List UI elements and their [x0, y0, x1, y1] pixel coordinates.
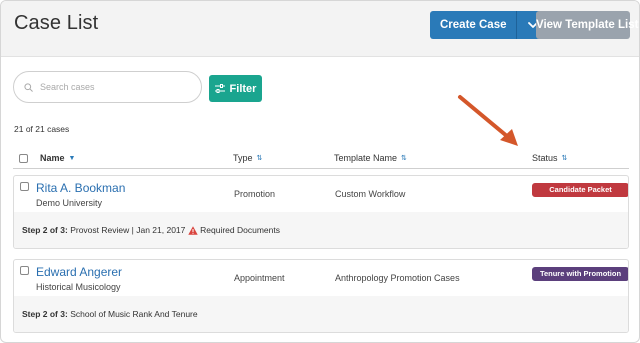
sort-icon[interactable]: ⇅: [257, 154, 263, 162]
case-step-info: Step 2 of 3: School of Music Rank And Te…: [14, 296, 628, 332]
required-documents-warning[interactable]: Required Documents: [200, 225, 280, 235]
step-label: Step 2 of 3:: [22, 309, 68, 319]
case-unit: Demo University: [36, 198, 103, 208]
case-name-link[interactable]: Rita A. Bookman: [36, 181, 125, 195]
sort-icon[interactable]: ⇅: [401, 154, 407, 162]
case-card: Edward Angerer Historical Musicology App…: [13, 259, 629, 333]
sort-desc-icon[interactable]: ▼: [69, 155, 76, 162]
step-label: Step 2 of 3:: [22, 225, 68, 235]
filter-label: Filter: [229, 82, 257, 95]
case-list-window: Case List Create Case View Template List…: [0, 0, 640, 343]
search-field[interactable]: [13, 71, 202, 103]
header-name-cell: Name ▼: [19, 153, 75, 163]
warning-icon: [188, 226, 198, 235]
case-template-name: Anthropology Promotion Cases: [335, 273, 460, 283]
case-row: Rita A. Bookman Demo University Promotio…: [14, 176, 628, 212]
table-header: Name ▼ Type ⇅ Template Name ⇅ Status ⇅: [13, 145, 629, 169]
case-card: Rita A. Bookman Demo University Promotio…: [13, 175, 629, 249]
select-all-checkbox[interactable]: [19, 153, 28, 163]
header-type-cell: Type ⇅: [233, 153, 262, 163]
column-type[interactable]: Type: [233, 153, 253, 163]
header-template-cell: Template Name ⇅: [334, 153, 407, 163]
case-name-link[interactable]: Edward Angerer: [36, 265, 122, 279]
search-input[interactable]: [40, 82, 180, 92]
case-step-info: Step 2 of 3: Provost Review | Jan 21, 20…: [14, 212, 628, 248]
column-template-name[interactable]: Template Name: [334, 153, 397, 163]
status-badge: Tenure with Promotion: [532, 267, 628, 281]
create-case-group: Create Case: [430, 11, 550, 39]
case-unit: Historical Musicology: [36, 282, 121, 292]
header-status-cell: Status ⇅: [532, 153, 567, 163]
page-title: Case List: [14, 12, 99, 34]
case-checkbox[interactable]: [20, 182, 29, 191]
step-separator: |: [131, 225, 134, 235]
search-icon: [24, 82, 33, 92]
step-name: Provost Review: [70, 225, 130, 235]
column-name[interactable]: Name: [40, 153, 65, 163]
case-count: 21 of 21 cases: [14, 124, 70, 134]
create-case-button[interactable]: Create Case: [430, 11, 517, 39]
step-date: Jan 21, 2017: [136, 225, 186, 235]
case-template-name: Custom Workflow: [335, 189, 406, 199]
annotation-arrow: [458, 95, 518, 146]
sort-icon[interactable]: ⇅: [562, 154, 568, 162]
status-badge: Candidate Packet: [532, 183, 628, 197]
filter-button[interactable]: Filter: [209, 75, 262, 102]
case-type: Promotion: [234, 189, 276, 199]
sliders-icon: [214, 84, 225, 93]
column-status[interactable]: Status: [532, 153, 558, 163]
case-checkbox[interactable]: [20, 266, 29, 275]
page-header: Case List Create Case View Template List: [1, 1, 639, 57]
case-type: Appointment: [234, 273, 285, 283]
step-name: School of Music Rank And Tenure: [70, 309, 198, 319]
case-row: Edward Angerer Historical Musicology App…: [14, 260, 628, 296]
view-template-list-button[interactable]: View Template List: [536, 11, 638, 39]
